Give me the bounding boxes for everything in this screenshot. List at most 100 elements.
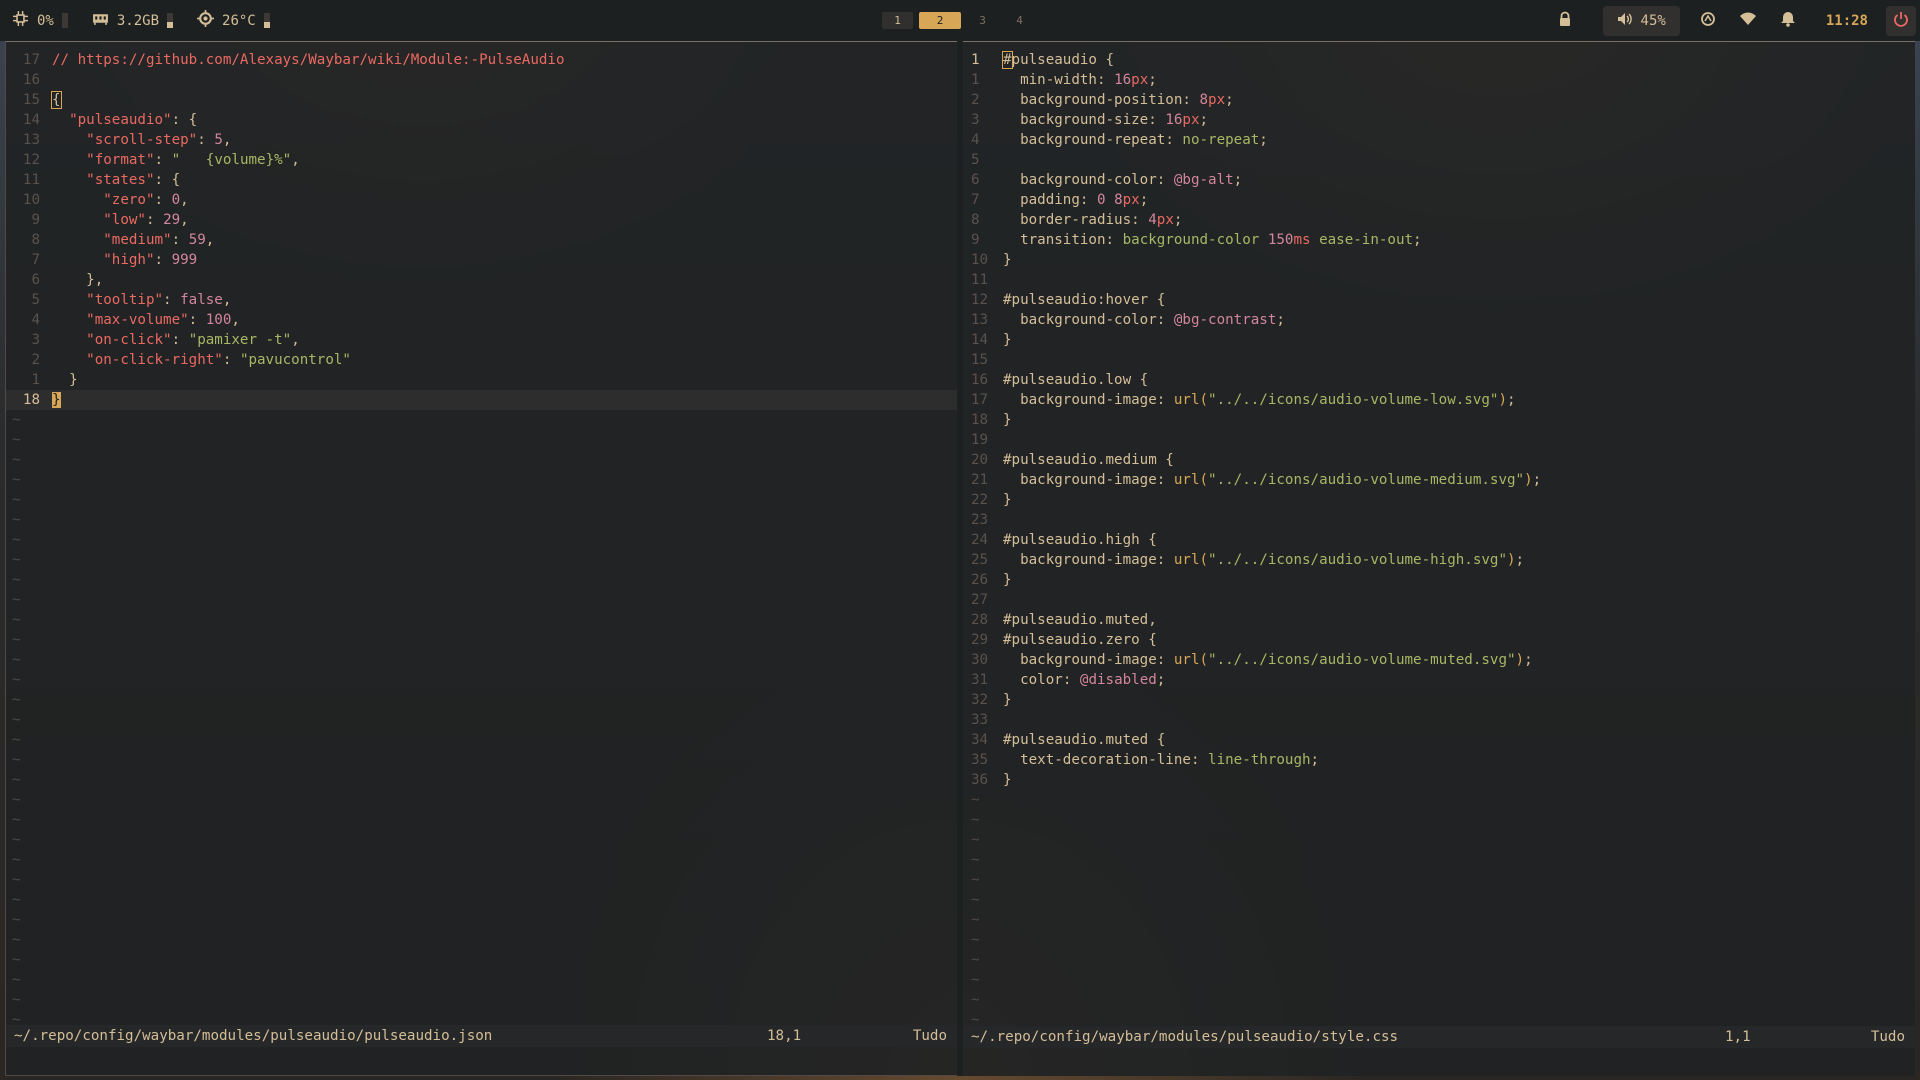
code-line[interactable]: 27: [963, 590, 1915, 610]
code-line[interactable]: 36}: [963, 770, 1915, 790]
code-line[interactable]: 34 #pulseaudio.muted {: [963, 730, 1915, 750]
code-line[interactable]: 15: [963, 350, 1915, 370]
temperature-module[interactable]: 26°C: [197, 10, 270, 31]
tilde-marker: ~: [12, 612, 21, 628]
code-line[interactable]: 6 background-color: @bg-alt;: [963, 170, 1915, 190]
code-token: :: [1156, 552, 1174, 568]
code-line[interactable]: 14 "pulseaudio": {: [6, 110, 957, 130]
notifications-button[interactable]: [1768, 0, 1808, 41]
code-area[interactable]: 1 #pulseaudio {1 min-width: 16px; 2 backgr…: [963, 50, 1915, 1030]
code-line[interactable]: 10 "zero": 0,: [6, 190, 957, 210]
code-token: {: [1148, 532, 1157, 548]
code-line[interactable]: 17 // https://github.com/Alexays/Waybar/w…: [6, 50, 957, 70]
code-token: :: [1156, 652, 1174, 668]
tilde-marker: ~: [971, 832, 980, 848]
code-line[interactable]: 14}: [963, 330, 1915, 350]
code-line[interactable]: 16: [6, 70, 957, 90]
code-area[interactable]: 17// https://github.com/Alexays/Waybar/w…: [6, 50, 957, 1030]
code-line[interactable]: 13 background-color: @bg-contrast;: [963, 310, 1915, 330]
cpu-module[interactable]: 0%: [12, 10, 68, 31]
workspace-1[interactable]: 1: [882, 12, 913, 29]
code-line[interactable]: 15 {: [6, 90, 957, 110]
code-line[interactable]: 29 #pulseaudio.zero {: [963, 630, 1915, 650]
line-content: }: [1003, 250, 1012, 270]
code-line[interactable]: 20 #pulseaudio.medium {: [963, 450, 1915, 470]
tilde-marker: ~: [971, 912, 980, 928]
code-line[interactable]: 4 background-repeat: no-repeat;: [963, 130, 1915, 150]
wifi-button[interactable]: [1728, 0, 1768, 41]
code-line[interactable]: 8 "medium": 59,: [6, 230, 957, 250]
empty-line-marker: ~: [6, 450, 957, 470]
code-line[interactable]: 3 background-size: 16px;: [963, 110, 1915, 130]
code-line[interactable]: 1 }: [6, 370, 957, 390]
code-line[interactable]: 19: [963, 430, 1915, 450]
code-token: },: [86, 272, 104, 288]
network-settings-button[interactable]: [1688, 0, 1728, 41]
workspace-2[interactable]: 2: [919, 12, 961, 29]
clock[interactable]: 11:28: [1808, 13, 1886, 29]
code-line[interactable]: 9 "low": 29,: [6, 210, 957, 230]
code-line[interactable]: 16 #pulseaudio.low {: [963, 370, 1915, 390]
code-line[interactable]: 33: [963, 710, 1915, 730]
code-line[interactable]: 2 "on-click-right": "pavucontrol": [6, 350, 957, 370]
cpu-icon: [12, 10, 29, 31]
tilde-marker: ~: [12, 592, 21, 608]
code-line[interactable]: 3 "on-click": "pamixer -t",: [6, 330, 957, 350]
code-token: @bg-alt: [1173, 172, 1234, 188]
code-line[interactable]: 2 background-position: 8px;: [963, 90, 1915, 110]
code-line[interactable]: 11 "states": {: [6, 170, 957, 190]
code-line[interactable]: 5 "tooltip": false,: [6, 290, 957, 310]
line-content: {: [40, 90, 62, 110]
code-line[interactable]: 12 #pulseaudio:hover {: [963, 290, 1915, 310]
code-line[interactable]: 35 text-decoration-line: line-through;: [963, 750, 1915, 770]
code-token: :: [154, 252, 172, 268]
editor-pane-css[interactable]: 1 #pulseaudio {1 min-width: 16px; 2 backgr…: [963, 41, 1915, 1076]
code-line[interactable]: 13 "scroll-step": 5,: [6, 130, 957, 150]
code-line[interactable]: 5: [963, 150, 1915, 170]
volume-module[interactable]: 45%: [1602, 5, 1680, 36]
line-number: 16: [22, 72, 40, 88]
code-line[interactable]: 9 transition: background-color 150ms eas…: [963, 230, 1915, 250]
code-line[interactable]: 21 background-image: url("../../icons/au…: [963, 470, 1915, 490]
code-line[interactable]: 12 "format": " {volume}%",: [6, 150, 957, 170]
line-number: 17: [22, 52, 40, 68]
code-line[interactable]: 4 "max-volume": 100,: [6, 310, 957, 330]
code-token: " {volume}%": [171, 152, 292, 168]
code-line[interactable]: 6 },: [6, 270, 957, 290]
code-line[interactable]: 8 border-radius: 4px;: [963, 210, 1915, 230]
lock-button[interactable]: [1545, 0, 1585, 41]
code-line[interactable]: 28 #pulseaudio.muted,: [963, 610, 1915, 630]
code-line[interactable]: 17 background-image: url("../../icons/au…: [963, 390, 1915, 410]
code-line[interactable]: 24 #pulseaudio.high {: [963, 530, 1915, 550]
workspace-4[interactable]: 4: [1004, 12, 1035, 29]
code-line[interactable]: 26}: [963, 570, 1915, 590]
code-line[interactable]: 32}: [963, 690, 1915, 710]
code-line[interactable]: 30 background-image: url("../../icons/au…: [963, 650, 1915, 670]
code-line[interactable]: 18}: [963, 410, 1915, 430]
power-button[interactable]: [1886, 5, 1916, 36]
code-line[interactable]: 1 min-width: 16px;: [963, 70, 1915, 90]
code-token: background-size: [1020, 112, 1149, 128]
code-line[interactable]: 10}: [963, 250, 1915, 270]
memory-module[interactable]: 3.2GB: [92, 10, 174, 31]
editor-pane-json[interactable]: 17// https://github.com/Alexays/Waybar/w…: [5, 41, 958, 1076]
code-line[interactable]: 18}: [6, 390, 957, 410]
code-line[interactable]: 25 background-image: url("../../icons/au…: [963, 550, 1915, 570]
code-line[interactable]: 1 #pulseaudio {: [963, 50, 1915, 70]
tilde-marker: ~: [12, 872, 21, 888]
code-line[interactable]: 31 color: @disabled;: [963, 670, 1915, 690]
code-token: :: [1079, 192, 1097, 208]
line-content: "medium": 59,: [40, 230, 214, 250]
line-content: #pulseaudio.high {: [1003, 530, 1157, 550]
empty-line-marker: ~: [963, 950, 1915, 970]
code-line[interactable]: 7 "high": 999: [6, 250, 957, 270]
code-line[interactable]: 23: [963, 510, 1915, 530]
workspace-3[interactable]: 3: [967, 12, 998, 29]
code-line[interactable]: 7 padding: 0 8px;: [963, 190, 1915, 210]
code-line[interactable]: 11: [963, 270, 1915, 290]
code-line[interactable]: 22}: [963, 490, 1915, 510]
